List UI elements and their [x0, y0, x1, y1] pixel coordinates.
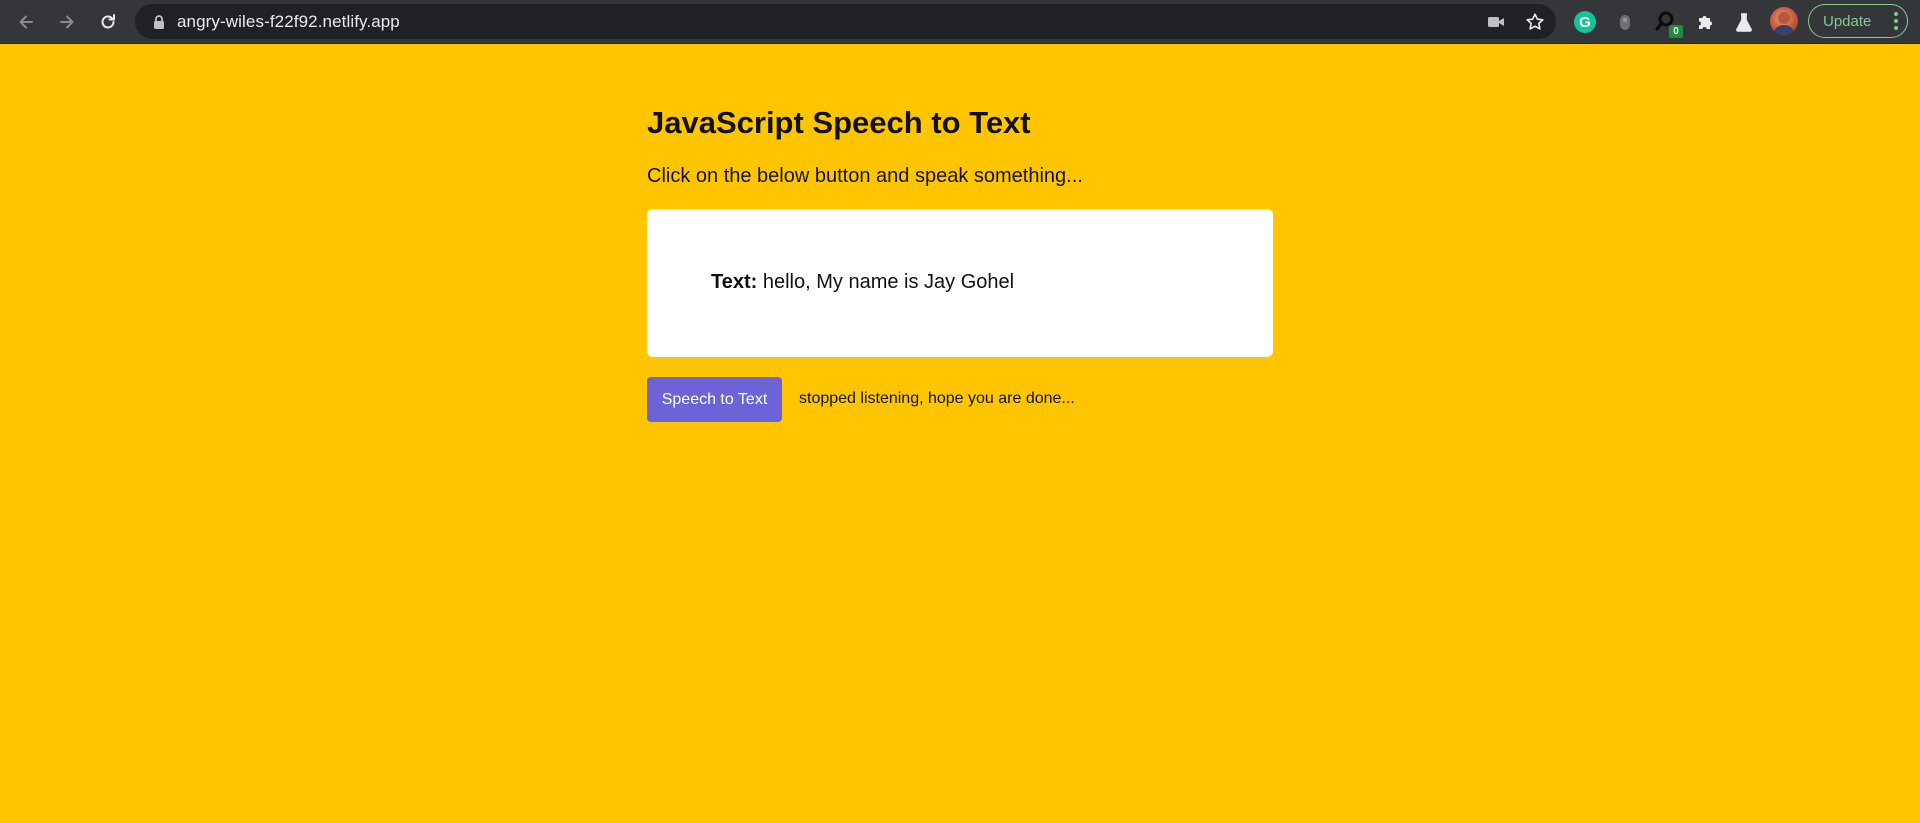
page-title: JavaScript Speech to Text [647, 105, 1031, 140]
status-text: stopped listening, hope you are done... [799, 390, 1075, 407]
puzzle-icon [1699, 16, 1712, 29]
speech-to-text-button[interactable]: Speech to Text [647, 377, 782, 422]
update-button[interactable]: Update [1808, 4, 1908, 38]
bookmark-button[interactable] [1524, 11, 1546, 33]
grammarly-extension[interactable]: G [1571, 8, 1599, 36]
grammarly-icon: G [1574, 11, 1596, 33]
result-label: Text: [711, 271, 758, 293]
camera-icon [1488, 17, 1504, 27]
search-extension-button[interactable]: 0 [1652, 8, 1683, 38]
extensions-menu-button[interactable] [1692, 8, 1720, 36]
url-text[interactable]: angry-wiles-f22f92.netlify.app [177, 12, 400, 32]
reload-button[interactable] [92, 6, 124, 38]
back-button[interactable] [10, 6, 42, 38]
browser-toolbar: angry-wiles-f22f92.netlify.app G 0 Updat… [0, 0, 1920, 44]
menu-dots-icon[interactable] [1894, 12, 1898, 30]
result-value: hello, My name is Jay Gohel [757, 271, 1015, 293]
result-card: Text: hello, My name is Jay Gohel [647, 209, 1273, 357]
forward-button[interactable] [51, 6, 83, 38]
back-icon [19, 15, 33, 29]
extension-icon [1620, 15, 1630, 30]
page-subtitle: Click on the below button and speak some… [647, 165, 1083, 187]
result-text: Text: hello, My name is Jay Gohel [711, 271, 1014, 294]
star-icon [1526, 13, 1544, 30]
lock-icon [154, 15, 164, 29]
profile-picture [1773, 12, 1795, 35]
labs-button[interactable] [1730, 8, 1758, 36]
flask-icon [1736, 13, 1752, 32]
forward-icon [60, 15, 74, 29]
extension-badge: 0 [1669, 25, 1683, 38]
extension-button[interactable] [1611, 8, 1639, 36]
address-bar[interactable]: angry-wiles-f22f92.netlify.app [135, 4, 1556, 39]
camera-button[interactable] [1485, 11, 1507, 33]
update-label: Update [1823, 13, 1872, 30]
reload-icon [101, 14, 115, 29]
avatar[interactable] [1770, 7, 1798, 35]
